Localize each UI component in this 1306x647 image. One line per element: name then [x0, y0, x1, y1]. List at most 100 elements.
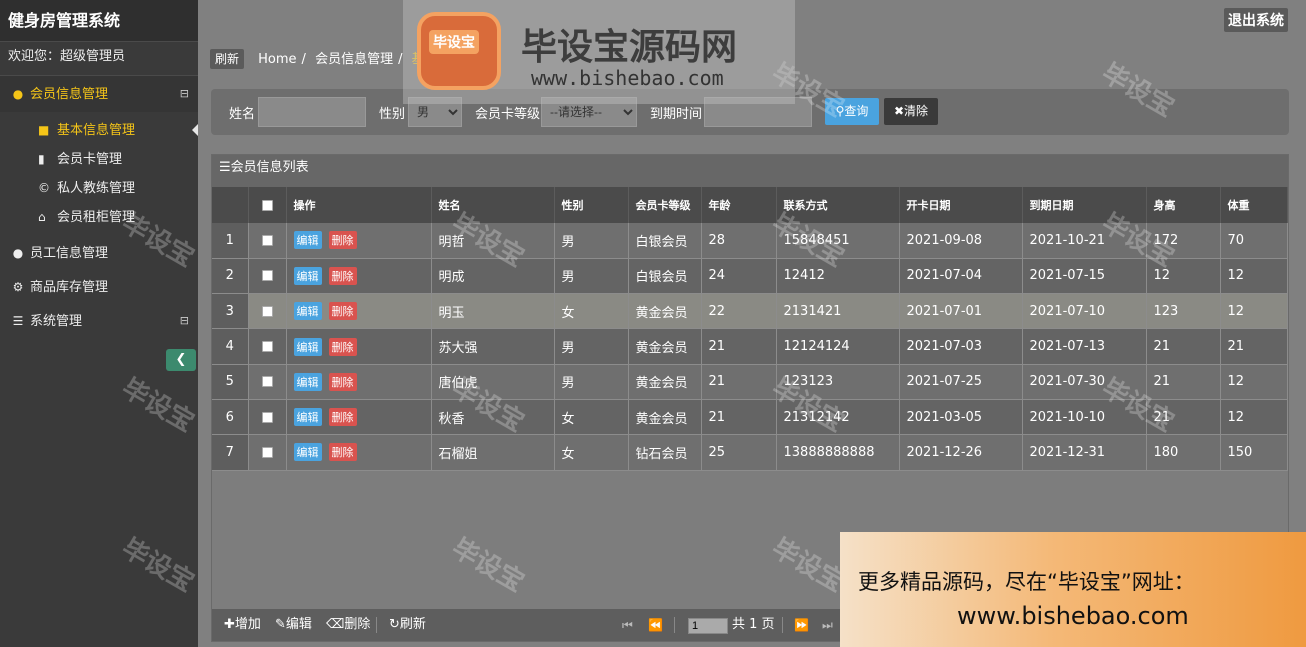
col-age[interactable]: 年龄: [701, 187, 777, 223]
refresh-label: 刷新: [399, 617, 426, 632]
row-checkbox[interactable]: [261, 270, 273, 282]
row-edit-button[interactable]: 编辑: [293, 372, 322, 391]
row-checkbox[interactable]: [261, 341, 273, 353]
row-delete-button[interactable]: 删除: [328, 337, 357, 356]
row-checkbox[interactable]: [261, 305, 273, 317]
row-checkbox-cell: [248, 328, 287, 365]
sidebar-collapse-button[interactable]: ❮: [166, 349, 196, 371]
prev-page-icon[interactable]: ⏪: [648, 609, 663, 641]
col-start-date[interactable]: 开卡日期: [899, 187, 1023, 223]
collapse-icon[interactable]: ⊟: [180, 76, 189, 112]
sidebar-item-label: 基本信息管理: [57, 123, 136, 138]
select-all-checkbox[interactable]: [261, 200, 273, 211]
table-row[interactable]: 4 编辑 删除 苏大强男黄金会员 21 12124124 2021-07-03 2021-07…: [212, 328, 1288, 365]
edit-label: 编辑: [285, 617, 312, 632]
row-delete-button[interactable]: 删除: [328, 266, 357, 285]
row-delete-button[interactable]: 删除: [328, 372, 357, 391]
cell-phone: 12412: [776, 258, 900, 295]
row-checkbox[interactable]: [261, 446, 273, 458]
row-delete-button[interactable]: 删除: [328, 231, 357, 250]
add-button[interactable]: ✚增加: [224, 609, 261, 641]
sidebar-item-staff[interactable]: ● 员工信息管理: [0, 236, 198, 270]
row-actions: 编辑 删除: [286, 293, 432, 330]
sidebar-item-locker[interactable]: ⌂ 会员租柜管理: [0, 203, 198, 232]
sidebar-item-label: 会员租柜管理: [57, 210, 136, 225]
row-checkbox-cell: [248, 223, 287, 259]
table-row[interactable]: 2 编辑 删除 明成男白银会员 24 12412 2021-07-04 2021-07-15 1…: [212, 258, 1288, 295]
table-row[interactable]: 5 编辑 删除 唐伯虎男黄金会员 21 123123 2021-07-25 2021-07-3…: [212, 364, 1288, 400]
breadcrumb-level1[interactable]: 会员信息管理: [315, 52, 393, 67]
page-number-input[interactable]: [688, 618, 728, 634]
refresh-table-button[interactable]: ↻刷新: [389, 609, 426, 641]
row-checkbox-cell: [248, 258, 287, 295]
row-checkbox[interactable]: [261, 376, 273, 388]
col-card-level[interactable]: 会员卡等级: [628, 187, 702, 223]
sidebar-item-system[interactable]: ☰ 系统管理 ⊟: [0, 304, 198, 338]
cell-end: 2021-07-13: [1022, 328, 1147, 365]
gender-select[interactable]: 男: [408, 97, 462, 127]
list-icon: ☰: [219, 160, 231, 175]
cell-start: 2021-03-05: [899, 399, 1023, 436]
cell-weight: 12: [1220, 364, 1288, 400]
row-delete-button[interactable]: 删除: [328, 443, 357, 462]
name-input[interactable]: [258, 97, 366, 127]
table-row[interactable]: 1 编辑 删除 明哲男白银会员 28 15848451 2021-09-08 2021-10-…: [212, 223, 1288, 259]
row-index: 3: [212, 293, 249, 330]
col-weight[interactable]: 体重: [1220, 187, 1288, 223]
delete-button[interactable]: ⌫删除: [326, 609, 370, 641]
row-edit-button[interactable]: 编辑: [293, 302, 322, 321]
sidebar-item-member-card[interactable]: ▮ 会员卡管理: [0, 145, 198, 174]
name-label: 姓名: [229, 107, 256, 122]
row-edit-button[interactable]: 编辑: [293, 337, 322, 356]
edit-icon: ✎: [275, 617, 286, 632]
cell-start: 2021-07-03: [899, 328, 1023, 365]
sidebar-item-stock[interactable]: ⚙ 商品库存管理: [0, 270, 198, 304]
refresh-button[interactable]: 刷新: [210, 49, 245, 69]
col-end-date[interactable]: 到期日期: [1022, 187, 1147, 223]
col-name[interactable]: 姓名: [431, 187, 555, 223]
row-checkbox[interactable]: [261, 411, 273, 423]
row-edit-button[interactable]: 编辑: [293, 408, 322, 427]
first-page-icon[interactable]: ⏮: [622, 609, 633, 641]
row-delete-button[interactable]: 删除: [328, 408, 357, 427]
cell-height: 21: [1146, 328, 1221, 365]
cell-phone: 21312142: [776, 399, 900, 436]
next-page-icon[interactable]: ⏩: [794, 609, 809, 641]
row-actions: 编辑 删除: [286, 328, 432, 365]
row-edit-button[interactable]: 编辑: [293, 443, 322, 462]
logout-button[interactable]: 退出系统: [1224, 8, 1288, 32]
table-row[interactable]: 7 编辑 删除 石榴姐女钻石会员 25 13888888888 2021-12-26 2021…: [212, 434, 1288, 471]
logo-url: www.bishebao.com: [531, 66, 724, 90]
row-edit-button[interactable]: 编辑: [293, 231, 322, 250]
col-height[interactable]: 身高: [1146, 187, 1221, 223]
row-delete-button[interactable]: 删除: [328, 302, 357, 321]
collapse-icon[interactable]: ⊟: [180, 304, 189, 338]
sidebar-item-basic-info[interactable]: ■ 基本信息管理: [0, 116, 198, 145]
sidebar-item-trainer[interactable]: © 私人教练管理: [0, 174, 198, 203]
table-row[interactable]: 3 编辑 删除 明玉女黄金会员 22 2131421 2021-07-01 2021-07-1…: [212, 293, 1288, 330]
edit-button[interactable]: ✎编辑: [275, 609, 312, 641]
cell-phone: 123123: [776, 364, 900, 400]
ad-line1: 更多精品源码，尽在“毕设宝”网址：: [858, 570, 1195, 594]
row-index: 4: [212, 328, 249, 365]
ad-banner[interactable]: 更多精品源码，尽在“毕设宝”网址： www.bishebao.com: [840, 532, 1306, 647]
expire-input[interactable]: [704, 97, 812, 127]
panel-title-text: 会员信息列表: [230, 160, 309, 175]
card-level-select[interactable]: --请选择--: [541, 97, 637, 127]
last-page-icon[interactable]: ⏭: [822, 609, 833, 641]
col-gender[interactable]: 性别: [554, 187, 629, 223]
breadcrumb-home[interactable]: Home: [258, 52, 296, 67]
row-edit-button[interactable]: 编辑: [293, 266, 322, 285]
clear-button[interactable]: ✖清除: [884, 98, 938, 125]
query-label: 查询: [844, 104, 869, 118]
cell-start: 2021-07-25: [899, 364, 1023, 400]
cell-gender: 女: [554, 434, 629, 471]
sidebar: 健身房管理系统 欢迎您：超级管理员 ● 会员信息管理 ⊟ ■ 基本信息管理 ▮ 会员卡…: [0, 0, 198, 647]
utensils-icon: ⚙: [12, 280, 24, 294]
cell-weight: 150: [1220, 434, 1288, 471]
row-checkbox[interactable]: [261, 234, 273, 246]
sidebar-item-member-info[interactable]: ● 会员信息管理 ⊟: [0, 76, 198, 112]
col-phone[interactable]: 联系方式: [776, 187, 900, 223]
query-button[interactable]: ⚲查询: [825, 98, 879, 125]
table-row[interactable]: 6 编辑 删除 秋香女黄金会员 21 21312142 2021-03-05 2021-10-…: [212, 399, 1288, 436]
